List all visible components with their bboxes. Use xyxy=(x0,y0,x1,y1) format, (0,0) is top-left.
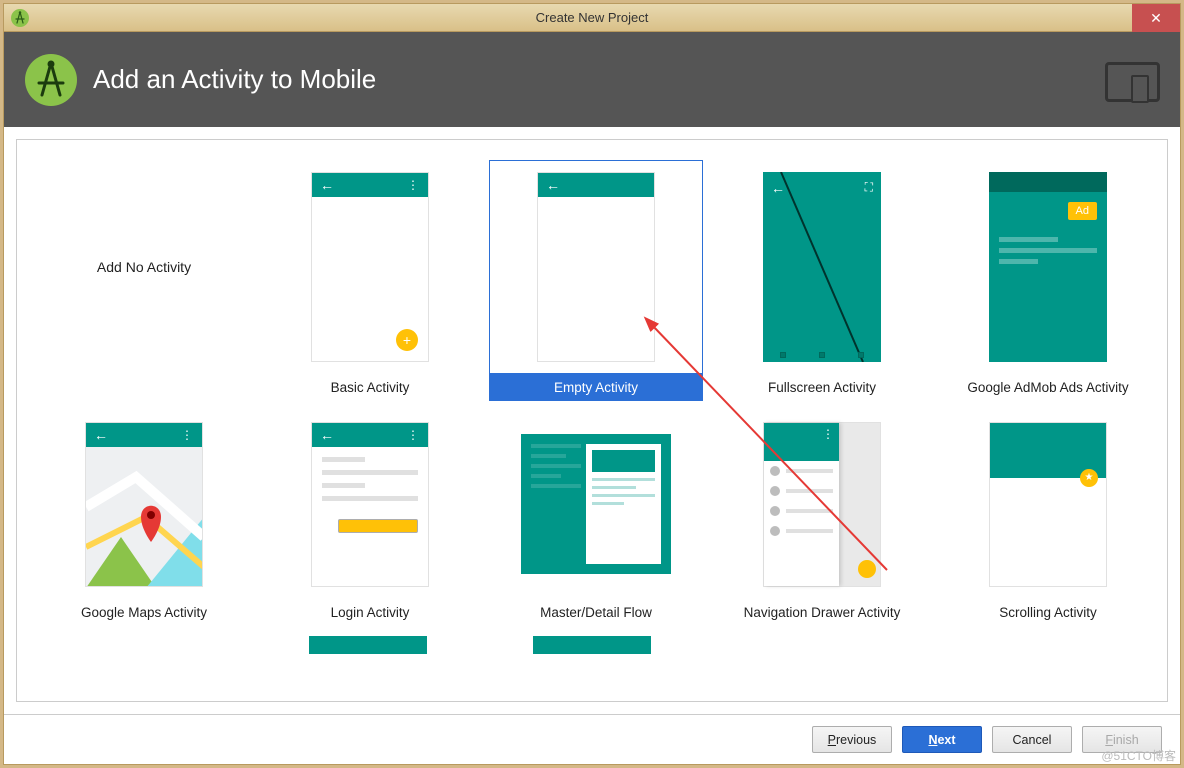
overflow-icon: ⋮ xyxy=(822,427,835,457)
watermark: @51CTO博客 xyxy=(1101,747,1176,764)
template-gallery: Add No Activity ←⋮ + Basic Activity ← Em… xyxy=(16,139,1168,702)
template-empty-activity[interactable]: ← Empty Activity xyxy=(489,160,703,401)
cancel-button[interactable]: Cancel xyxy=(992,726,1072,753)
partial-next-row xyxy=(37,636,1147,654)
thumb-fullscreen: ← ⛶ xyxy=(763,172,881,362)
thumb-scrolling: ★ xyxy=(989,422,1107,587)
page-title: Add an Activity to Mobile xyxy=(93,64,376,95)
template-label: Google Maps Activity xyxy=(37,599,251,626)
template-add-no-activity[interactable]: Add No Activity xyxy=(37,160,251,401)
thumb-login: ←⋮ xyxy=(311,422,429,587)
template-fullscreen-activity[interactable]: ← ⛶ Fullscreen Activity xyxy=(715,160,929,401)
wizard-footer: Previous Next Cancel Finish xyxy=(4,714,1180,764)
android-studio-logo xyxy=(24,53,78,107)
android-studio-icon xyxy=(10,8,30,28)
wizard-window: Create New Project ✕ Add an Activity to … xyxy=(3,3,1181,765)
nav-bar-icon xyxy=(763,352,881,358)
overflow-icon: ⋮ xyxy=(407,428,420,442)
ad-badge: Ad xyxy=(1068,202,1097,220)
form-factor-icon xyxy=(1105,62,1160,102)
template-basic-activity[interactable]: ← ⋮ + Basic Activity xyxy=(263,160,477,401)
template-label xyxy=(37,374,251,401)
template-navigation-drawer[interactable]: ⋮ Navigation Drawer Activity xyxy=(715,409,929,626)
star-icon: ★ xyxy=(1080,469,1098,487)
back-arrow-icon: ← xyxy=(320,427,334,443)
back-arrow-icon: ← xyxy=(320,177,334,193)
template-label: Basic Activity xyxy=(263,374,477,401)
next-button[interactable]: Next xyxy=(902,726,982,753)
template-google-maps-activity[interactable]: ←⋮ Google Maps Activity xyxy=(37,409,251,626)
template-label: Master/Detail Flow xyxy=(489,599,703,626)
back-arrow-icon: ← xyxy=(94,427,108,443)
thumb-no-activity: Add No Activity xyxy=(37,160,251,374)
login-submit-icon xyxy=(338,519,418,533)
fab-icon xyxy=(858,560,876,578)
template-login-activity[interactable]: ←⋮ Login Activity xyxy=(263,409,477,626)
template-label: Empty Activity xyxy=(489,374,703,401)
template-master-detail[interactable]: Master/Detail Flow xyxy=(489,409,703,626)
thumb-empty: ← xyxy=(537,172,655,362)
thumb-basic: ← ⋮ + xyxy=(311,172,429,362)
close-button[interactable]: ✕ xyxy=(1132,4,1180,32)
template-label: Google AdMob Ads Activity xyxy=(941,374,1155,401)
template-label: Fullscreen Activity xyxy=(715,374,929,401)
overflow-icon: ⋮ xyxy=(181,428,194,442)
template-scrolling-activity[interactable]: ★ Scrolling Activity xyxy=(941,409,1155,626)
template-label: Scrolling Activity xyxy=(941,599,1155,626)
close-icon: ✕ xyxy=(1150,10,1162,27)
thumb-maps: ←⋮ xyxy=(85,422,203,587)
back-arrow-icon: ← xyxy=(546,177,560,193)
window-title: Create New Project xyxy=(536,10,649,25)
previous-button[interactable]: Previous xyxy=(812,726,892,753)
thumb-admob: Ad xyxy=(989,172,1107,362)
thumb-master-detail xyxy=(521,434,671,574)
template-admob-activity[interactable]: Ad Google AdMob Ads Activity xyxy=(941,160,1155,401)
wizard-header: Add an Activity to Mobile xyxy=(4,32,1180,127)
template-label: Login Activity xyxy=(263,599,477,626)
map-icon xyxy=(86,447,202,587)
titlebar: Create New Project ✕ xyxy=(4,4,1180,32)
fab-icon: + xyxy=(396,329,418,351)
template-label: Navigation Drawer Activity xyxy=(715,599,929,626)
thumb-nav-drawer: ⋮ xyxy=(763,422,881,587)
overflow-icon: ⋮ xyxy=(407,178,420,192)
